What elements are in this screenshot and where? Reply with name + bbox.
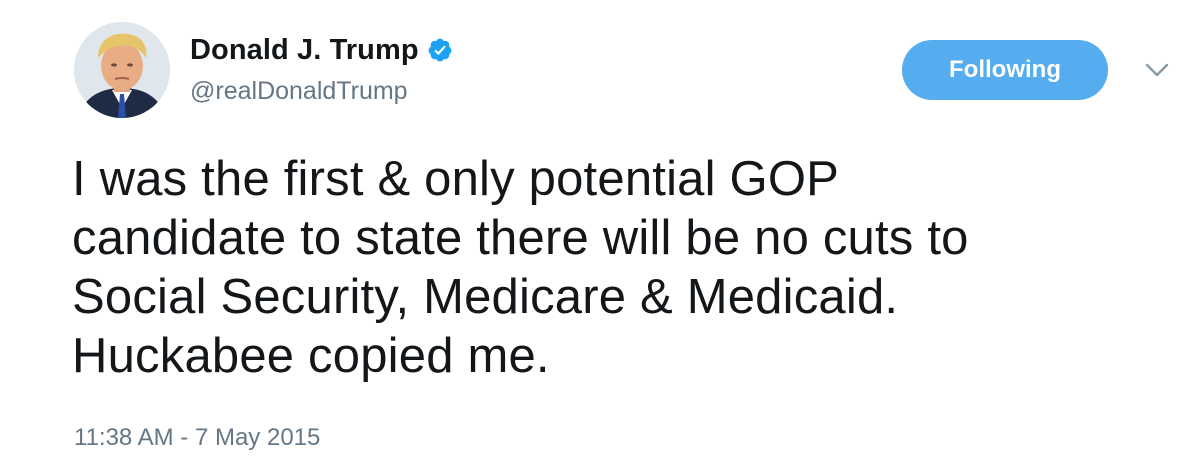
avatar[interactable] xyxy=(74,22,170,118)
tweet-timestamp[interactable]: 11:38 AM - 7 May 2015 xyxy=(74,424,320,452)
tweet-text-line: Social Security, Medicare & Medicaid. xyxy=(72,270,899,324)
tweet-text-line: Huckabee copied me. xyxy=(72,329,550,383)
avatar-image xyxy=(74,22,170,118)
tweet-text-line: candidate to state there will be no cuts… xyxy=(72,211,969,265)
author-display-name[interactable]: Donald J. Trump xyxy=(190,34,419,67)
tweet-card: Donald J. Trump @realDonaldTrump Followi… xyxy=(0,0,1200,473)
author-name-row: Donald J. Trump xyxy=(190,28,453,72)
following-button[interactable]: Following xyxy=(902,40,1108,100)
tweet-text-line: I was the first & only potential GOP xyxy=(72,152,840,206)
tweet-text: I was the first & only potential GOP can… xyxy=(72,150,1172,386)
chevron-down-icon[interactable] xyxy=(1142,58,1172,82)
verified-badge-icon xyxy=(427,37,453,63)
author-handle[interactable]: @realDonaldTrump xyxy=(190,77,408,106)
